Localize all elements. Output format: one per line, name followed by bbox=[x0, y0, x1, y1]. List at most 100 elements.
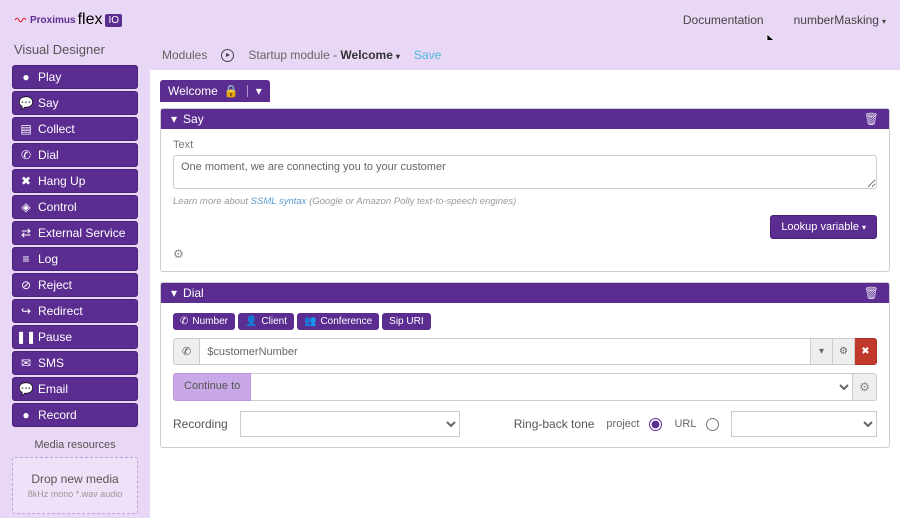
say-text-input[interactable] bbox=[173, 155, 877, 189]
ringback-url-label: URL bbox=[674, 418, 696, 430]
ringback-project-label: project bbox=[606, 418, 639, 430]
sidebar-item-label: Play bbox=[38, 70, 61, 84]
sidebar-item-dial[interactable]: ✆ Dial bbox=[12, 143, 138, 167]
ringback-url-select[interactable] bbox=[731, 411, 877, 437]
say-hint-suffix: (Google or Amazon Polly text-to-speech e… bbox=[306, 196, 516, 207]
gear-icon[interactable]: ⚙ bbox=[173, 247, 187, 261]
logo-wave-icon bbox=[14, 14, 26, 26]
sidebar-item-control[interactable]: ◈ Control bbox=[12, 195, 138, 219]
sidebar-icon: ● bbox=[20, 70, 32, 84]
sidebar-item-label: Control bbox=[38, 200, 77, 214]
ringback-url-option[interactable]: URL bbox=[674, 418, 719, 431]
logo-flex: flex bbox=[78, 11, 103, 29]
sidebar-icon: ● bbox=[20, 408, 32, 422]
dropzone-hint: 8kHz mono *.wav audio bbox=[19, 489, 131, 499]
recording-select[interactable] bbox=[240, 411, 460, 437]
dropzone-title: Drop new media bbox=[19, 472, 131, 486]
sidebar-item-reject[interactable]: ⊘ Reject bbox=[12, 273, 138, 297]
trash-icon[interactable]: 🗑 bbox=[864, 286, 879, 300]
sidebar-item-label: Record bbox=[38, 408, 77, 422]
chevron-down-icon: ▾ bbox=[171, 286, 177, 300]
sidebar-item-label: Pause bbox=[38, 330, 72, 344]
tab-label: Client bbox=[261, 316, 287, 327]
continue-to-select[interactable] bbox=[251, 373, 853, 401]
dial-panel-header[interactable]: ▾ Dial 🗑 bbox=[161, 283, 889, 303]
say-text-label: Text bbox=[173, 139, 877, 151]
sidebar-item-play[interactable]: ● Play bbox=[12, 65, 138, 89]
ringback-project-option[interactable]: project bbox=[606, 418, 662, 431]
dial-title: Dial bbox=[183, 286, 204, 300]
documentation-link[interactable]: Documentation bbox=[683, 13, 764, 27]
tab-icon: ✆ bbox=[180, 316, 188, 327]
media-dropzone[interactable]: Drop new media 8kHz mono *.wav audio bbox=[12, 457, 138, 514]
sidebar-item-redirect[interactable]: ↪Redirect bbox=[12, 299, 138, 323]
tab-label: Number bbox=[192, 316, 228, 327]
sidebar-item-pause[interactable]: ❚❚ Pause bbox=[12, 325, 138, 349]
dial-number-row: ✆ ▾ ⚙ ✖ bbox=[173, 338, 877, 365]
logo-proximus: Proximus bbox=[30, 15, 76, 26]
chevron-down-icon[interactable]: ▾ bbox=[256, 84, 262, 98]
brand-logo: Proximus flex IO bbox=[14, 11, 122, 29]
sidebar-icon: ✆ bbox=[20, 148, 32, 162]
app-subtitle: Visual Designer bbox=[12, 40, 138, 65]
modules-label[interactable]: Modules bbox=[162, 48, 207, 62]
sidebar-icon: ⊘ bbox=[20, 278, 32, 292]
sidebar-icon: ⇄ bbox=[20, 226, 32, 240]
tab-label: Conference bbox=[320, 316, 372, 327]
continue-to-label: Continue to bbox=[173, 373, 251, 401]
sidebar-icon: 💬 bbox=[20, 96, 32, 110]
say-title: Say bbox=[183, 112, 204, 126]
chevron-down-icon: ▾ bbox=[171, 112, 177, 126]
save-link[interactable]: Save bbox=[414, 48, 441, 62]
dial-tab-conference[interactable]: 👥Conference bbox=[297, 313, 379, 330]
sidebar-item-label: Reject bbox=[38, 278, 72, 292]
sidebar-icon: ✖ bbox=[20, 174, 32, 188]
say-panel: ▾ Say 🗑 Text Learn more about SSML synta… bbox=[160, 108, 890, 272]
logo-io: IO bbox=[105, 14, 122, 27]
sidebar-item-label: SMS bbox=[38, 356, 64, 370]
remove-button[interactable]: ✖ bbox=[855, 338, 877, 365]
sidebar-icon: ❚❚ bbox=[20, 330, 32, 344]
sidebar-item-say[interactable]: 💬Say bbox=[12, 91, 138, 115]
ringback-url-radio[interactable] bbox=[706, 418, 719, 431]
phone-icon: ✆ bbox=[173, 338, 200, 365]
dial-tab-client[interactable]: 👤 Client bbox=[238, 313, 294, 330]
dial-tab-sip-uri[interactable]: Sip URI bbox=[382, 313, 430, 330]
play-icon[interactable] bbox=[221, 49, 234, 62]
trash-icon[interactable]: 🗑 bbox=[864, 112, 879, 126]
sidebar-icon: ◈ bbox=[20, 200, 32, 214]
gear-icon[interactable]: ⚙ bbox=[833, 338, 855, 365]
module-tab-label: Welcome bbox=[168, 84, 218, 98]
account-dropdown[interactable]: numberMasking bbox=[794, 13, 886, 27]
sidebar-item-log[interactable]: ≡Log bbox=[12, 247, 138, 271]
sidebar-item-hang-up[interactable]: ✖ Hang Up bbox=[12, 169, 138, 193]
sidebar-item-label: Hang Up bbox=[38, 174, 85, 188]
sidebar-item-record[interactable]: ● Record bbox=[12, 403, 138, 427]
gear-icon[interactable]: ⚙ bbox=[853, 373, 877, 401]
dial-panel: ▾ Dial 🗑 ✆ Number 👤 Client 👥Conference Sip UR… bbox=[160, 282, 890, 448]
sidebar-item-label: Log bbox=[38, 252, 58, 266]
startup-module-selector[interactable]: Startup module - Welcome bbox=[248, 48, 400, 62]
tab-icon: 👤 bbox=[245, 316, 257, 327]
sidebar-item-email[interactable]: 💬Email bbox=[12, 377, 138, 401]
tab-label: Sip URI bbox=[389, 316, 423, 327]
say-panel-header[interactable]: ▾ Say 🗑 bbox=[161, 109, 889, 129]
module-tab-welcome[interactable]: Welcome 🔒 ▾ bbox=[160, 80, 270, 102]
ringback-project-radio[interactable] bbox=[649, 418, 662, 431]
sidebar-item-external-service[interactable]: ⇄External Service bbox=[12, 221, 138, 245]
lookup-variable-button[interactable]: Lookup variable bbox=[770, 215, 877, 239]
sidebar-item-collect[interactable]: ▤Collect bbox=[12, 117, 138, 141]
startup-module-name: Welcome bbox=[340, 48, 399, 62]
sidebar-icon: ✉ bbox=[20, 356, 32, 370]
dropdown-toggle-button[interactable]: ▾ bbox=[811, 338, 833, 365]
sidebar-item-label: Dial bbox=[38, 148, 59, 162]
dial-number-input[interactable] bbox=[200, 338, 811, 365]
media-resources-heading: Media resources bbox=[12, 439, 138, 451]
ssml-link[interactable]: SSML syntax bbox=[251, 196, 307, 207]
dial-tab-number[interactable]: ✆ Number bbox=[173, 313, 235, 330]
ringback-label: Ring-back tone bbox=[514, 417, 595, 431]
say-hint-prefix: Learn more about bbox=[173, 196, 251, 207]
sidebar-icon: ▤ bbox=[20, 122, 32, 136]
sidebar-item-sms[interactable]: ✉ SMS bbox=[12, 351, 138, 375]
sidebar-item-label: Redirect bbox=[38, 304, 83, 318]
